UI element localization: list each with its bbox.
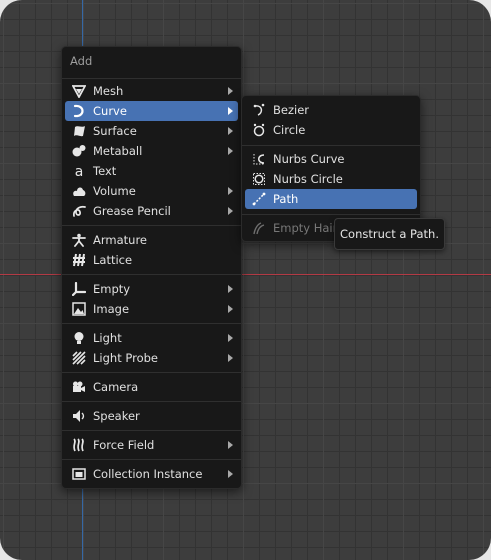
menu-item-lattice[interactable]: Lattice bbox=[65, 250, 238, 270]
menu-item-label: Metaball bbox=[93, 144, 143, 158]
surface-icon bbox=[71, 123, 87, 139]
menu-item-label: Armature bbox=[93, 233, 147, 247]
submenu-arrow-icon bbox=[228, 354, 233, 362]
image-icon bbox=[71, 301, 87, 317]
menu-separator bbox=[62, 372, 241, 373]
light-probe-icon bbox=[71, 350, 87, 366]
menu-item-label: Force Field bbox=[93, 438, 155, 452]
menu-separator bbox=[62, 225, 241, 226]
camera-icon bbox=[71, 379, 87, 395]
submenu-arrow-icon bbox=[228, 207, 233, 215]
menu-item-label: Nurbs Curve bbox=[273, 152, 345, 166]
menu-item-image[interactable]: Image bbox=[65, 299, 238, 319]
bezier-icon bbox=[251, 102, 267, 118]
menu-item-label: Volume bbox=[93, 184, 136, 198]
menu-item-label: Grease Pencil bbox=[93, 204, 171, 218]
menu-item-empty[interactable]: Empty bbox=[65, 279, 238, 299]
lattice-icon bbox=[71, 252, 87, 268]
menu-item-light-probe[interactable]: Light Probe bbox=[65, 348, 238, 368]
menu-separator bbox=[62, 459, 241, 460]
menu-item-label: Light Probe bbox=[93, 351, 158, 365]
light-icon bbox=[71, 330, 87, 346]
grease-pencil-icon bbox=[71, 203, 87, 219]
empty-icon bbox=[71, 281, 87, 297]
menu-item-light[interactable]: Light bbox=[65, 328, 238, 348]
submenu-arrow-icon bbox=[228, 305, 233, 313]
menu-separator bbox=[62, 401, 241, 402]
menu-item-camera[interactable]: Camera bbox=[65, 377, 238, 397]
menu-separator bbox=[62, 274, 241, 275]
menu-item-label: Surface bbox=[93, 124, 137, 138]
menu-item-label: Nurbs Circle bbox=[273, 172, 343, 186]
menu-item-volume[interactable]: Volume bbox=[65, 181, 238, 201]
menu-item-circle[interactable]: Circle bbox=[245, 120, 417, 140]
svg-text:a: a bbox=[75, 164, 84, 178]
menu-item-nurbs-circle[interactable]: Nurbs Circle bbox=[245, 169, 417, 189]
menu-item-label: Text bbox=[93, 164, 117, 178]
menu-item-force-field[interactable]: Force Field bbox=[65, 435, 238, 455]
menu-item-label: Lattice bbox=[93, 253, 133, 267]
circle-icon bbox=[251, 122, 267, 138]
submenu-arrow-icon bbox=[228, 107, 233, 115]
menu-item-curve[interactable]: Curve bbox=[65, 101, 238, 121]
menu-item-label: Mesh bbox=[93, 84, 124, 98]
menu-item-label: Light bbox=[93, 331, 122, 345]
menu-item-armature[interactable]: Armature bbox=[65, 230, 238, 250]
menu-item-label: Curve bbox=[93, 104, 127, 118]
armature-icon bbox=[71, 232, 87, 248]
menu-separator bbox=[62, 430, 241, 431]
nurbs-circle-icon bbox=[251, 171, 267, 187]
menu-separator bbox=[62, 323, 241, 324]
submenu-arrow-icon bbox=[228, 147, 233, 155]
path-icon bbox=[251, 191, 267, 207]
menu-item-path[interactable]: Path bbox=[245, 189, 417, 209]
submenu-arrow-icon bbox=[228, 441, 233, 449]
menu-item-grease-pencil[interactable]: Grease Pencil bbox=[65, 201, 238, 221]
menu-item-bezier[interactable]: Bezier bbox=[245, 100, 417, 120]
add-menu-title: Add bbox=[70, 54, 93, 68]
speaker-icon bbox=[71, 408, 87, 424]
submenu-arrow-icon bbox=[228, 285, 233, 293]
submenu-arrow-icon bbox=[228, 470, 233, 478]
menu-item-label: Empty Hair bbox=[273, 221, 338, 235]
menu-item-label: Image bbox=[93, 302, 130, 316]
menu-item-label: Collection Instance bbox=[93, 467, 203, 481]
menu-item-metaball[interactable]: Metaball bbox=[65, 141, 238, 161]
tooltip: Construct a Path. bbox=[334, 218, 445, 250]
menu-item-nurbs-curve[interactable]: Nurbs Curve bbox=[245, 149, 417, 169]
menu-item-label: Camera bbox=[93, 380, 139, 394]
menu-item-label: Path bbox=[273, 192, 299, 206]
menu-item-label: Speaker bbox=[93, 409, 140, 423]
metaball-icon bbox=[71, 143, 87, 159]
3d-viewport[interactable]: Add Mesh Curve Surface Metaball a Text V… bbox=[0, 0, 491, 560]
menu-item-label: Empty bbox=[93, 282, 131, 296]
menu-item-mesh[interactable]: Mesh bbox=[65, 81, 238, 101]
menu-item-label: Circle bbox=[273, 123, 306, 137]
menu-item-speaker[interactable]: Speaker bbox=[65, 406, 238, 426]
empty-hair-icon bbox=[251, 220, 267, 236]
menu-separator bbox=[242, 145, 420, 146]
mesh-icon bbox=[71, 83, 87, 99]
collection-instance-icon bbox=[71, 466, 87, 482]
menu-item-collection-instance[interactable]: Collection Instance bbox=[65, 464, 238, 484]
submenu-arrow-icon bbox=[228, 127, 233, 135]
nurbs-curve-icon bbox=[251, 151, 267, 167]
force-field-icon bbox=[71, 437, 87, 453]
add-menu: Add Mesh Curve Surface Metaball a Text V… bbox=[61, 46, 242, 489]
menu-item-surface[interactable]: Surface bbox=[65, 121, 238, 141]
submenu-arrow-icon bbox=[228, 187, 233, 195]
menu-separator bbox=[62, 78, 241, 79]
menu-separator bbox=[242, 214, 420, 215]
text-icon: a bbox=[71, 163, 87, 179]
submenu-arrow-icon bbox=[228, 87, 233, 95]
menu-item-label: Bezier bbox=[273, 103, 309, 117]
curve-icon bbox=[71, 103, 87, 119]
menu-item-text[interactable]: a Text bbox=[65, 161, 238, 181]
volume-icon bbox=[71, 183, 87, 199]
submenu-arrow-icon bbox=[228, 334, 233, 342]
